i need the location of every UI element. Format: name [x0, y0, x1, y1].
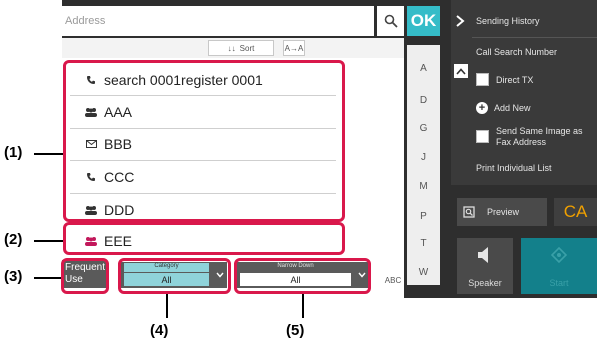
speaker-icon: [478, 247, 488, 263]
start-label: Start: [549, 278, 569, 288]
callout-label-3: (3): [4, 268, 23, 285]
preview-label: Preview: [487, 207, 520, 217]
abc-toggle-button[interactable]: ABC: [382, 272, 404, 288]
add-new-item[interactable]: Add New: [494, 103, 531, 113]
add-new-icon[interactable]: +: [476, 102, 488, 114]
print-individual-list-item[interactable]: Print Individual List: [476, 163, 552, 173]
scroll-up-button[interactable]: [454, 64, 468, 78]
index-letter-w[interactable]: W: [407, 267, 440, 278]
index-letter-d[interactable]: D: [407, 95, 440, 106]
index-column: A D G J M P T W: [407, 45, 440, 285]
sort-icon: ↓↓: [227, 43, 236, 53]
action-panel: [451, 0, 597, 185]
search-button[interactable]: [377, 6, 404, 36]
highlight-box-4: [118, 258, 231, 294]
callout-line-2: [34, 240, 63, 242]
highlight-box-1: [63, 60, 345, 222]
address-input[interactable]: [62, 6, 374, 36]
send-same-image-checkbox[interactable]: [476, 130, 489, 143]
direct-tx-label: Direct TX: [496, 75, 534, 85]
send-same-image-label: Send Same Image as Fax Address: [496, 126, 583, 147]
highlight-box-3: [61, 258, 109, 294]
search-icon: [384, 14, 398, 28]
highlight-box-2: [63, 222, 345, 255]
chevron-right-icon[interactable]: [454, 14, 466, 28]
ok-button[interactable]: OK: [407, 6, 440, 36]
index-letter-a[interactable]: A: [407, 63, 440, 74]
start-icon: [551, 247, 567, 263]
sort-label: Sort: [239, 43, 255, 53]
callout-label-5: (5): [286, 322, 305, 339]
preview-button[interactable]: Preview: [457, 198, 547, 226]
index-letter-p[interactable]: P: [407, 211, 440, 222]
index-letter-m[interactable]: M: [407, 181, 440, 192]
callout-line-3: [34, 277, 61, 279]
callout-line-5: [302, 294, 304, 318]
callout-line-4: [166, 294, 168, 318]
menu-divider: [472, 37, 597, 38]
callout-label-2: (2): [4, 231, 23, 248]
index-letter-t[interactable]: T: [407, 238, 440, 249]
call-search-number-item[interactable]: Call Search Number: [476, 47, 557, 57]
preview-icon: [463, 206, 475, 218]
chevron-up-icon: [456, 67, 466, 75]
ca-button[interactable]: CA: [554, 198, 597, 226]
highlight-box-5: [234, 258, 371, 294]
callout-line-1: [34, 153, 63, 155]
sort-button[interactable]: ↓↓ Sort: [208, 40, 274, 56]
sending-history-item[interactable]: Sending History: [476, 16, 540, 26]
callout-label-4: (4): [150, 322, 169, 339]
speaker-label: Speaker: [468, 278, 502, 288]
speaker-button[interactable]: Speaker: [457, 238, 513, 294]
direct-tx-checkbox[interactable]: [476, 73, 489, 86]
callout-label-1: (1): [4, 144, 23, 161]
index-letter-j[interactable]: J: [407, 152, 440, 163]
index-letter-g[interactable]: G: [407, 123, 440, 134]
sort-order-button[interactable]: A→A: [283, 40, 305, 56]
sort-row: ↓↓ Sort A→A: [62, 38, 404, 58]
start-button[interactable]: Start: [521, 238, 597, 294]
